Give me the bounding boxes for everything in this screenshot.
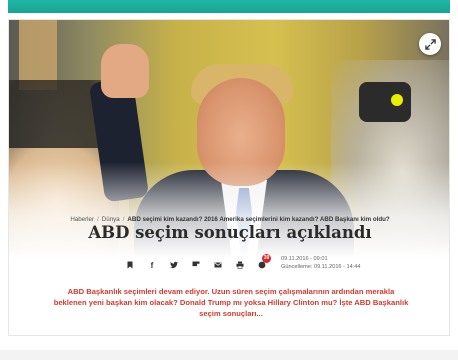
breadcrumb-section[interactable]: Dünya (102, 216, 120, 223)
page-footer-strip (0, 350, 458, 360)
share-toolbar: f 39 (119, 254, 273, 273)
print-icon[interactable] (229, 257, 251, 273)
comment-count-badge: 39 (262, 254, 271, 263)
article-summary: ABD Başkanlık seçimleri devam ediyor. Uz… (53, 287, 409, 318)
breadcrumb-current: ABD seçimi kim kazandı? 2016 Amerika seç… (127, 216, 390, 223)
article-card: Haberler / Dünya / ABD seçimi kim kazandı? 2… (8, 19, 450, 336)
breadcrumb: Haberler / Dünya / ABD seçimi kim kazandı? 2… (70, 216, 390, 223)
article-hero-image[interactable] (9, 20, 449, 282)
article-dates: 09.11.2016 - 09:01 Güncelleme: 09.11.201… (281, 255, 361, 271)
updated-date: Güncelleme: 09.11.2016 - 14:44 (281, 264, 361, 270)
breadcrumb-home[interactable]: Haberler (70, 216, 94, 223)
comment-icon[interactable]: 39 (251, 254, 273, 273)
facebook-icon[interactable]: f (141, 257, 163, 273)
top-accent-bar (8, 0, 450, 13)
expand-icon (424, 38, 436, 50)
bookmark-icon[interactable] (119, 257, 141, 273)
expand-image-button[interactable] (419, 33, 441, 55)
article-title: ABD seçim sonuçları açıklandı (88, 223, 372, 242)
twitter-icon[interactable] (163, 257, 185, 273)
published-date: 09.11.2016 - 09:01 (281, 256, 328, 262)
flipboard-icon[interactable] (185, 257, 207, 273)
email-icon[interactable] (207, 257, 229, 273)
